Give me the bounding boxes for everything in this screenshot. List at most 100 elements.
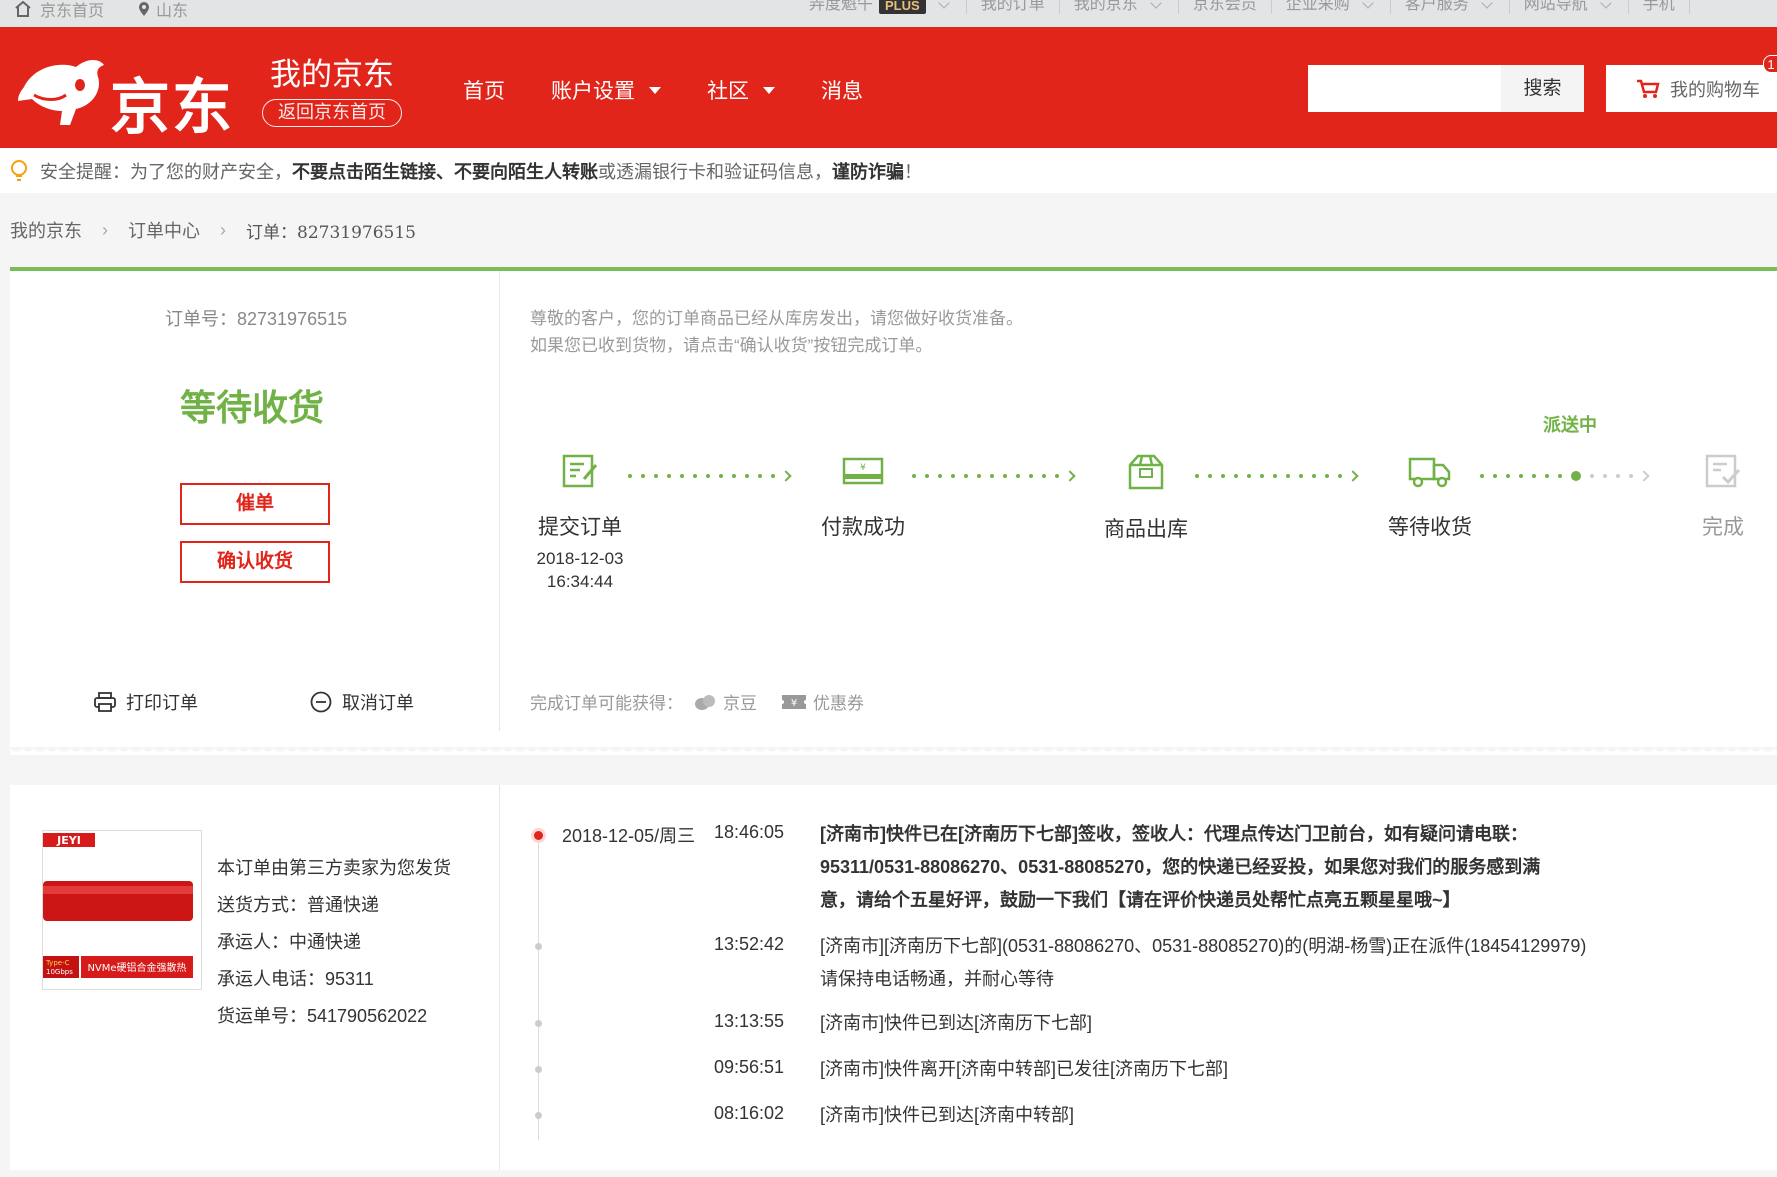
tracking-time: 13:52:42 — [714, 934, 785, 954]
reward-jingdou[interactable]: 京豆 — [693, 689, 757, 714]
reward-jingdou-label: 京豆 — [723, 694, 757, 713]
timeline-dot — [535, 1020, 542, 1027]
breadcrumb-order-center[interactable]: 订单中心 — [128, 217, 200, 243]
nav-item-community[interactable]: 社区 — [707, 75, 775, 105]
product-brand: JEYI — [56, 834, 81, 847]
top-link-enterprise-label: 企业采购 — [1285, 0, 1350, 13]
tracking-time: 13:13:55 — [714, 1011, 785, 1031]
tracking-date: 2018-12-05/周三 — [562, 826, 696, 846]
nav-community-label: 社区 — [707, 80, 749, 103]
coupon-icon: ¥ — [782, 694, 806, 709]
chevron-down-icon — [938, 0, 950, 9]
cart-button[interactable]: 我的购物车 — [1606, 65, 1777, 112]
confirm-receipt-button[interactable]: 确认收货 — [180, 541, 330, 583]
confirm-tip: 如果您已收到货物，请点击“确认收货”按钮完成订单。 — [530, 336, 933, 355]
header: 京东 我的京东 返回京东首页 首页 账户设置 社区 消息 搜索 我的购物车 1 — [0, 27, 1777, 148]
tracking-line: 请保持电话畅通，并耐心等待 — [820, 969, 1054, 989]
tracking-line: [济南市][济南历下七部](0531-88086270、0531-8808527… — [820, 936, 1587, 956]
top-link-service-label: 客户服务 — [1404, 0, 1469, 13]
tracking-time: 18:46:05 — [714, 822, 785, 842]
complete-icon — [1705, 454, 1741, 488]
location-label: 山东 — [156, 3, 189, 20]
nav-messages-label: 消息 — [821, 80, 863, 103]
timeline-dot — [535, 943, 542, 950]
cart-icon — [1637, 79, 1660, 98]
page-title[interactable]: 我的京东 — [270, 49, 394, 94]
nav-item-home[interactable]: 首页 — [463, 75, 505, 105]
nav-item-messages[interactable]: 消息 — [821, 75, 863, 105]
security-notice: 安全提醒：为了您的财产安全，不要点击陌生链接、不要向陌生人转账或透漏银行卡和验证… — [0, 148, 1777, 193]
location-selector[interactable]: 山东 — [138, 0, 188, 21]
print-order-label: 打印订单 — [126, 693, 198, 713]
delivery-method: 送货方式：普通快递 — [217, 895, 379, 915]
chevron-down-icon — [1150, 0, 1162, 9]
top-link-orders[interactable]: 我的订单 — [967, 0, 1060, 14]
timeline-dot-current — [534, 831, 543, 840]
product-image[interactable]: JEYI Type-C 10Gbps NVMe硬铝合金强散热 — [42, 830, 202, 990]
jd-dog-logo-icon[interactable] — [14, 49, 114, 129]
top-link-service[interactable]: 客户服务 — [1391, 0, 1510, 14]
chevron-down-icon — [1481, 0, 1493, 9]
cart-label: 我的购物车 — [1670, 79, 1760, 100]
nav-account-label: 账户设置 — [551, 80, 635, 103]
minus-circle-icon — [310, 691, 332, 713]
print-order-button[interactable]: 打印订单 — [94, 689, 198, 715]
breadcrumb-myjd[interactable]: 我的京东 — [10, 217, 82, 243]
search-input[interactable] — [1308, 65, 1501, 112]
reward-coupon[interactable]: ¥ 优惠券 — [781, 689, 864, 714]
home-icon — [15, 1, 31, 17]
notice-suffix: ！ — [904, 161, 922, 182]
jd-logo-text[interactable]: 京东 — [110, 59, 234, 146]
cancel-order-button[interactable]: 取消订单 — [310, 689, 414, 715]
notice-bold-2: 谨防诈骗 — [832, 161, 904, 182]
rewards-row: 完成订单可能获得： 京豆 ¥ 优惠券 — [530, 689, 878, 714]
step-awaiting-receipt: 等待收货 — [1370, 453, 1490, 541]
step-label: 商品出库 — [1104, 518, 1188, 541]
nav-item-account-settings[interactable]: 账户设置 — [551, 75, 661, 105]
plus-member-link[interactable]: 弄度魁午 PLUS — [795, 0, 967, 14]
urge-order-button[interactable]: 催单 — [180, 483, 330, 525]
payment-icon: ¥ — [842, 457, 884, 485]
step-date: 2018-12-03 — [536, 549, 624, 568]
top-link-enterprise[interactable]: 企业采购 — [1272, 0, 1391, 14]
order-status-panel: 订单号：82731976515 等待收货 催单 确认收货 打印订单 取消订单 尊… — [10, 271, 1777, 747]
tracking-entry: [济南市]快件已到达[济南历下七部] — [820, 1007, 1620, 1040]
lightbulb-icon — [11, 159, 27, 181]
plus-badge: PLUS — [879, 0, 926, 14]
current-step-badge: 派送中 — [1543, 415, 1597, 435]
caret-down-icon — [763, 86, 775, 94]
panel-divider — [499, 785, 500, 1170]
carrier-name: 承运人：中通快递 — [217, 932, 361, 952]
chevron-down-icon — [1362, 0, 1374, 9]
top-link-sitenav[interactable]: 网站导航 — [1510, 0, 1629, 14]
nav-home-label: 首页 — [463, 80, 505, 103]
chevron-down-icon — [1600, 0, 1612, 9]
top-link-sitenav-label: 网站导航 — [1523, 0, 1588, 13]
carrier-phone: 承运人电话：95311 — [217, 969, 374, 989]
plus-prefix: 弄度魁午 — [809, 0, 874, 13]
notice-middle: 或透漏银行卡和验证码信息， — [598, 161, 832, 182]
home-link-label: 京东首页 — [40, 3, 105, 20]
tracking-panel: JEYI Type-C 10Gbps NVMe硬铝合金强散热 本订单由第三方卖家… — [10, 785, 1777, 1170]
notice-text: 安全提醒：为了您的财产安全，不要点击陌生链接、不要向陌生人转账或透漏银行卡和验证… — [40, 158, 922, 184]
package-icon — [1128, 454, 1164, 490]
back-home-button[interactable]: 返回京东首页 — [262, 99, 402, 127]
top-link-mobile[interactable]: 手机 — [1629, 0, 1690, 14]
tracking-time: 09:56:51 — [714, 1057, 785, 1077]
tracking-time: 08:16:02 — [714, 1103, 785, 1123]
top-link-myjd[interactable]: 我的京东 — [1060, 0, 1179, 14]
product-tag-1: Type-C — [45, 959, 70, 967]
top-link-member[interactable]: 京东会员 — [1179, 0, 1272, 14]
product-tag-2: 10Gbps — [46, 968, 73, 976]
order-number: 订单号：82731976515 — [165, 309, 348, 329]
tracking-line: [济南市]快件已到达[济南中转部] — [820, 1105, 1075, 1125]
step-submit-order: 提交订单 2018-12-03 16:34:44 — [520, 453, 640, 593]
svg-text:¥: ¥ — [791, 698, 797, 709]
search-button[interactable]: 搜索 — [1501, 65, 1584, 112]
tracking-entry: [济南市][济南历下七部](0531-88086270、0531-8808527… — [820, 930, 1620, 996]
home-link[interactable]: 京东首页 — [14, 0, 104, 21]
step-label: 提交订单 — [538, 516, 622, 539]
breadcrumb-current-order: 订单：82731976515 — [246, 222, 416, 243]
tracking-number: 货运单号：541790562022 — [217, 1006, 428, 1026]
chevron-right-icon: › — [220, 219, 226, 240]
